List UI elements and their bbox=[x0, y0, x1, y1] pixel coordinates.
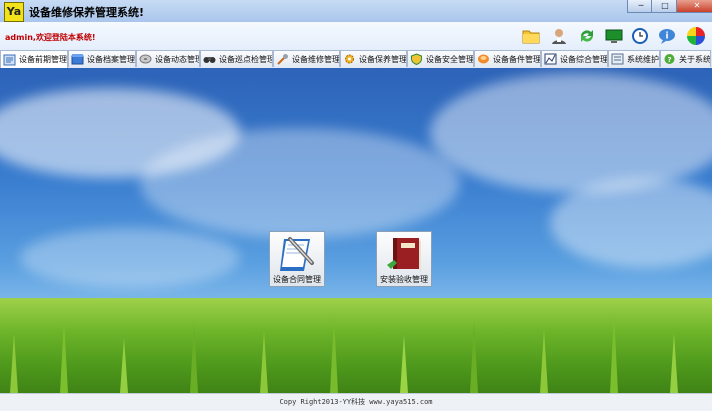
tab-label: 设备前期管理 bbox=[19, 55, 67, 64]
window-title: 设备维修保养管理系统! bbox=[29, 6, 145, 19]
info-icon[interactable]: i bbox=[657, 26, 677, 46]
tab-equipment-maintenance[interactable]: 设备保养管理 bbox=[340, 50, 407, 67]
tab-label: 设备巡点检管理 bbox=[219, 54, 273, 64]
archive-box-icon bbox=[71, 54, 84, 65]
tab-system-maintenance[interactable]: 系统维护 bbox=[608, 50, 660, 67]
document-icon bbox=[3, 54, 16, 65]
cloud bbox=[430, 73, 712, 193]
svg-text:?: ? bbox=[667, 56, 671, 64]
tab-label: 设备安全管理 bbox=[426, 54, 474, 64]
cloud bbox=[140, 128, 460, 238]
cloud bbox=[550, 178, 712, 268]
contract-management-button[interactable]: 设备合同管理 bbox=[269, 231, 325, 287]
clock-icon[interactable] bbox=[630, 26, 650, 46]
tab-label: 设备维修管理 bbox=[292, 54, 340, 64]
tab-label: 设备动态管理 bbox=[155, 54, 200, 64]
monitor-icon[interactable] bbox=[604, 26, 624, 46]
tab-equipment-spare-parts[interactable]: 设备备件管理 bbox=[474, 50, 541, 67]
module-tab-bar: 设备前期管理 设备档案管理 设备动态管理 设备巡点检管理 设备维修管理 设备保养… bbox=[0, 50, 712, 69]
tab-equipment-archive[interactable]: 设备档案管理 bbox=[68, 50, 136, 67]
cloud bbox=[20, 228, 240, 288]
tab-label: 关于系统 bbox=[679, 54, 711, 64]
settings-icon bbox=[611, 53, 624, 65]
tab-label: 设备备件管理 bbox=[493, 54, 541, 64]
tab-label: 设备档案管理 bbox=[87, 54, 135, 64]
tab-label: 设备综合管理 bbox=[560, 54, 608, 64]
gear-icon bbox=[345, 54, 354, 64]
grass-field bbox=[0, 298, 712, 393]
tab-equipment-repair[interactable]: 设备维修管理 bbox=[273, 50, 340, 67]
tab-equipment-dynamic[interactable]: 设备动态管理 bbox=[136, 50, 200, 67]
maximize-button[interactable]: □ bbox=[651, 0, 679, 13]
parts-icon bbox=[478, 54, 489, 64]
close-button[interactable]: ✕ bbox=[676, 0, 712, 13]
tab-equipment-preliminary[interactable]: 设备前期管理 bbox=[0, 50, 68, 68]
svg-text:i: i bbox=[665, 32, 668, 42]
tab-about-system[interactable]: ? 关于系统 bbox=[660, 50, 711, 67]
tab-label: 系统维护 bbox=[627, 54, 659, 64]
binoculars-icon bbox=[203, 57, 216, 63]
contract-pen-icon bbox=[280, 237, 314, 271]
shield-icon bbox=[411, 53, 422, 65]
tab-label: 设备保养管理 bbox=[359, 54, 407, 64]
tab-equipment-safety[interactable]: 设备安全管理 bbox=[407, 50, 474, 67]
installation-acceptance-label: 安装验收管理 bbox=[380, 275, 428, 284]
wrench-icon bbox=[277, 54, 288, 65]
app-logo: Ya bbox=[4, 2, 24, 22]
folder-icon[interactable] bbox=[521, 26, 541, 46]
title-bar: Ya 设备维修保养管理系统! ─ □ ✕ bbox=[0, 0, 712, 23]
disk-icon bbox=[139, 54, 152, 64]
red-book-icon bbox=[387, 238, 421, 272]
status-bar: Copy Right2013-YY科技 www.yaya515.com bbox=[0, 393, 712, 411]
chart-icon bbox=[544, 53, 557, 65]
contract-management-label: 设备合同管理 bbox=[273, 275, 321, 284]
about-icon: ? bbox=[664, 54, 675, 64]
installation-acceptance-button[interactable]: 安装验收管理 bbox=[376, 231, 432, 287]
header-strip: admin,欢迎登陆本系统! i bbox=[0, 22, 712, 50]
tab-equipment-comprehensive[interactable]: 设备综合管理 bbox=[541, 50, 608, 67]
user-icon[interactable] bbox=[549, 26, 569, 46]
color-icon[interactable] bbox=[686, 26, 706, 46]
tab-equipment-inspection[interactable]: 设备巡点检管理 bbox=[200, 50, 273, 67]
welcome-text: admin,欢迎登陆本系统! bbox=[5, 33, 96, 42]
refresh-icon[interactable] bbox=[577, 26, 597, 46]
main-workspace: 设备合同管理 安装验收管理 bbox=[0, 68, 712, 393]
